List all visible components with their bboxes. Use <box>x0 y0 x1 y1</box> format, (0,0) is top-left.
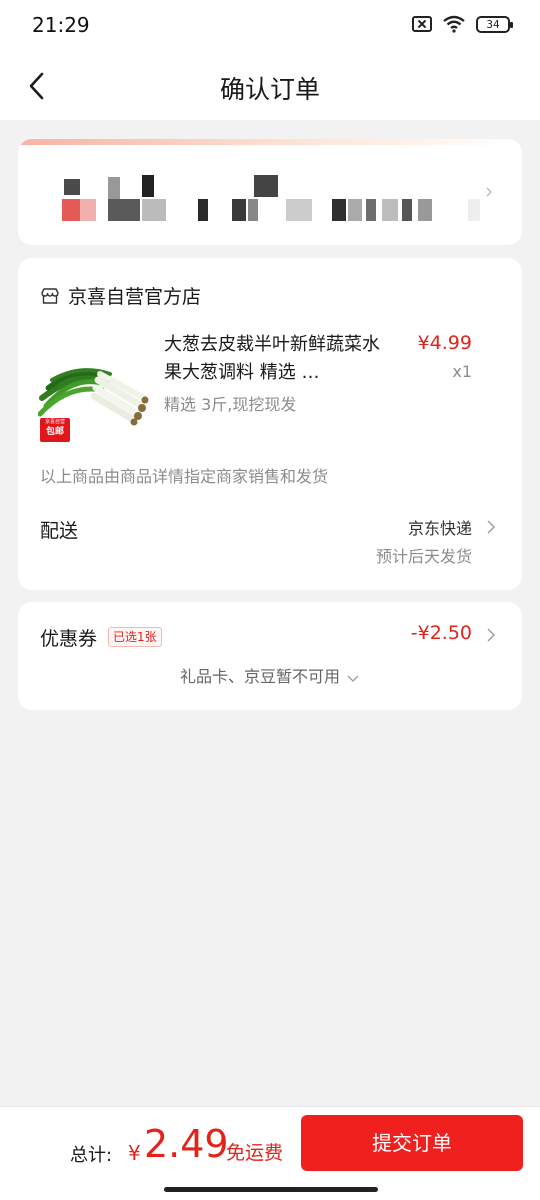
coupon-amount[interactable]: -¥2.50 <box>411 622 472 644</box>
coupon-label: 优惠券 <box>40 628 98 650</box>
submit-order-button[interactable]: 提交订单 <box>301 1115 523 1171</box>
battery-icon: 34 <box>476 15 513 33</box>
page-title: 确认订单 <box>219 75 320 104</box>
product-spec: 精选 3斤,现挖现发 <box>164 395 297 414</box>
coupon-card: 优惠券 已选1张 -¥2.50 礼品卡、京豆暂不可用 <box>18 602 522 710</box>
free-shipping-label: 免运费 <box>226 1142 284 1164</box>
checkout-bar: 总计: ¥ 2.49 免运费 提交订单 <box>0 1106 540 1200</box>
address-accent-bar <box>18 139 522 145</box>
address-card[interactable] <box>18 139 522 245</box>
total-currency: ¥ <box>128 1141 141 1165</box>
status-icons: 34 <box>412 15 513 33</box>
badge-top-label: 京喜自营 <box>44 419 65 425</box>
status-bar: 21:29 34 <box>0 0 540 52</box>
product-quantity: x1 <box>452 362 472 381</box>
free-shipping-badge: 京喜自营 包邮 <box>40 418 70 442</box>
sim-icon <box>412 16 432 32</box>
product-price: ¥4.99 <box>417 332 472 354</box>
store-name: 京喜自营官方店 <box>68 286 202 308</box>
store-header[interactable]: 京喜自营官方店 <box>40 282 201 309</box>
product-title[interactable]: 大葱去皮裁半叶新鲜蔬菜水果大葱调料 精选 … <box>164 331 386 387</box>
wifi-icon <box>443 15 465 33</box>
coupon-selected-tag: 已选1张 <box>108 627 162 647</box>
chevron-right-icon[interactable] <box>486 520 496 534</box>
status-time: 21:29 <box>32 13 90 37</box>
chevron-right-icon <box>486 187 492 197</box>
chevron-right-icon[interactable] <box>486 628 496 642</box>
total-label: 总计: <box>70 1145 113 1166</box>
delivery-method[interactable]: 京东快递 <box>408 515 472 539</box>
delivery-eta: 预计后天发货 <box>375 547 472 566</box>
chevron-down-icon <box>347 675 359 682</box>
badge-bottom-label: 包邮 <box>45 427 64 437</box>
redacted-address <box>42 173 480 223</box>
store-icon <box>41 287 59 304</box>
store-card: 京喜自营官方店 京喜自营 包邮 大葱去皮裁半叶新鲜蔬菜水果大葱调料 精选 … 精… <box>18 258 522 590</box>
total-amount: 2.49 <box>144 1122 229 1166</box>
gift-card-unavailable-toggle[interactable]: 礼品卡、京豆暂不可用 <box>18 663 522 687</box>
delivery-label: 配送 <box>40 520 79 542</box>
gift-card-unavailable-text: 礼品卡、京豆暂不可用 <box>179 667 340 686</box>
seller-note: 以上商品由商品详情指定商家销售和发货 <box>40 467 329 486</box>
home-indicator[interactable] <box>164 1187 378 1192</box>
page-header: 确认订单 <box>0 52 540 120</box>
